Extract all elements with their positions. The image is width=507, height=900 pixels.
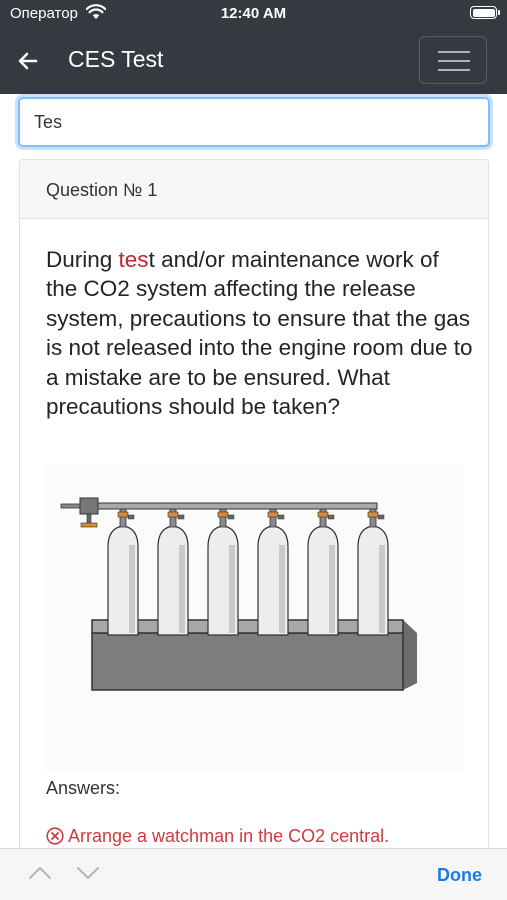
search-input[interactable] [18,97,490,147]
menu-line [438,69,470,71]
cylinder-valve-lever [227,514,235,520]
cylinder-valve-lever [127,514,135,520]
cylinder-valve [217,511,229,518]
status-bar: Оператор 12:40 AM [0,0,507,27]
navbar: CES Test [0,27,507,94]
menu-line [438,51,470,53]
question-text: During test and/or maintenance work of t… [46,245,476,421]
cylinder-valve-lever [277,514,285,520]
cylinder-valve [117,511,129,518]
cylinder-shade [129,545,135,633]
chevron-down-icon[interactable] [75,863,101,883]
x-circle-icon [46,827,64,845]
co2-cylinder-bank-illustration [45,465,463,772]
manifold-pipe [82,502,378,510]
cylinder-valve-lever [177,514,185,520]
clock: 12:40 AM [220,5,287,22]
main-valve [79,497,99,515]
cylinder-valve-lever [327,514,335,520]
chevron-up-icon[interactable] [27,863,53,883]
valve-stem [86,513,92,525]
keyboard-toolbar: Done [0,848,507,900]
cylinder-valve [317,511,329,518]
cylinder-shade [229,545,235,633]
answer-item[interactable]: Arrange a watchman in the CO2 central. [46,826,389,847]
cylinder-shade [179,545,185,633]
pedestal-side [403,620,417,690]
done-button[interactable]: Done [437,865,482,886]
answer-text: Arrange a watchman in the CO2 central. [68,826,390,846]
battery-icon [470,6,500,19]
page-title: CES Test [68,46,164,72]
cylinder-shade [379,545,385,633]
cylinder-valve [267,511,279,518]
cylinder-valve [167,511,179,518]
question-header: Question № 1 [20,160,488,219]
question-text-start: During [46,247,119,272]
cylinder-valve [367,511,379,518]
search-highlight: tes [118,247,149,272]
question-card: Question № 1 During test and/or maintena… [19,159,489,859]
question-text-rest: t and/or maintenance work of the CO2 sys… [46,247,473,420]
arrow-left-icon[interactable] [16,49,40,73]
menu-line [438,60,470,62]
valve-handle [80,522,98,528]
cylinder-shade [329,545,335,633]
answers-label: Answers: [46,778,121,798]
hamburger-menu-button[interactable] [419,36,487,84]
pedestal-front [91,632,404,691]
cylinder-shade [279,545,285,633]
pedestal-lip [91,619,404,634]
cylinder-valve-lever [377,514,385,520]
